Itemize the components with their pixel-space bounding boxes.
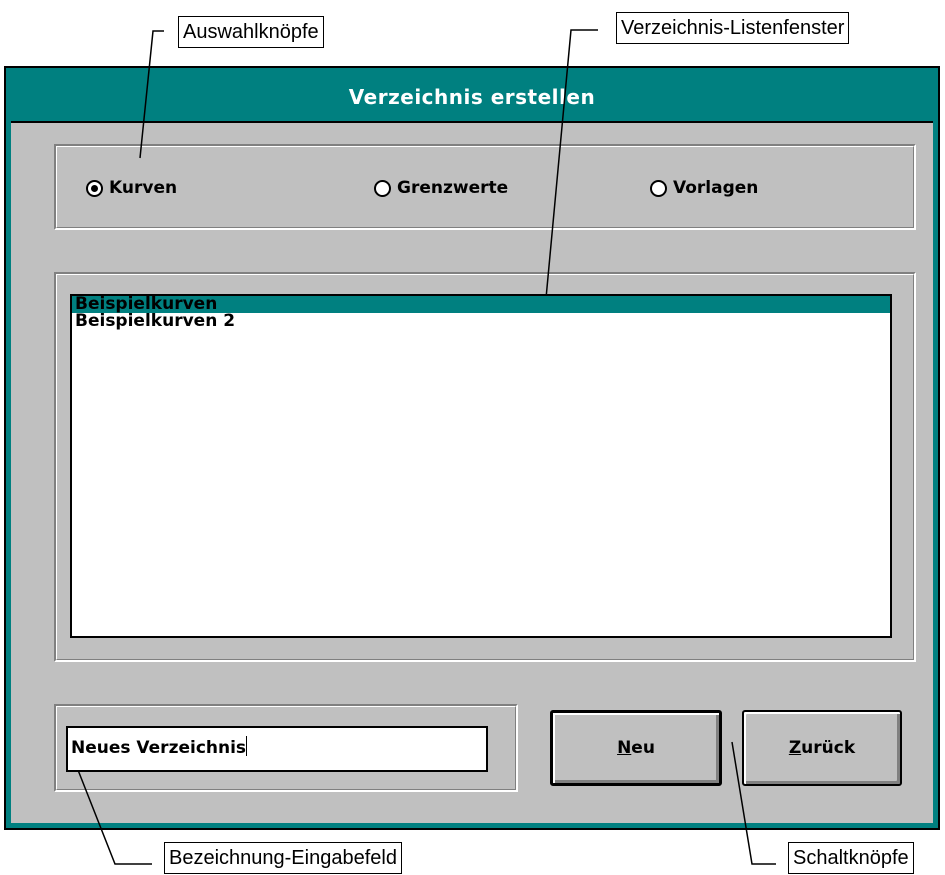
name-input-group: Neues Verzeichnis bbox=[54, 704, 518, 792]
radio-vorlagen[interactable]: Vorlagen bbox=[650, 178, 758, 198]
callout-buttons: Schaltknöpfe bbox=[788, 842, 914, 874]
name-input-value: Neues Verzeichnis bbox=[71, 738, 247, 758]
callout-radio-buttons: Auswahlknöpfe bbox=[178, 16, 324, 48]
radio-grenzwerte-label: Grenzwerte bbox=[397, 178, 509, 198]
radio-vorlagen-label: Vorlagen bbox=[673, 178, 759, 198]
radio-kurven-label: Kurven bbox=[109, 178, 178, 198]
radio-vorlagen-indicator[interactable] bbox=[650, 179, 667, 197]
new-button-label: eu bbox=[631, 738, 655, 758]
dialog-title: Verzeichnis erstellen bbox=[11, 73, 933, 123]
callout-directory-list: Verzeichnis-Listenfenster bbox=[616, 12, 850, 44]
radio-grenzwerte-indicator[interactable] bbox=[374, 179, 391, 197]
back-button-label: urück bbox=[801, 738, 856, 758]
directory-listbox[interactable]: Beispielkurven Beispielkurven 2 bbox=[70, 294, 892, 638]
radio-kurven-indicator[interactable] bbox=[86, 179, 103, 197]
new-button-mnemonic: N bbox=[617, 738, 632, 758]
text-caret bbox=[246, 736, 248, 756]
back-button-mnemonic: Z bbox=[788, 738, 802, 758]
radio-grenzwerte[interactable]: Grenzwerte bbox=[374, 178, 508, 198]
radio-kurven[interactable]: Kurven bbox=[86, 178, 177, 198]
name-input[interactable]: Neues Verzeichnis bbox=[66, 726, 488, 772]
list-item-beispielkurven-2[interactable]: Beispielkurven 2 bbox=[72, 313, 890, 330]
back-button[interactable]: Zurück bbox=[742, 710, 902, 786]
list-group: Beispielkurven Beispielkurven 2 bbox=[54, 272, 916, 662]
dialog-window: Verzeichnis erstellen Kurven Grenzwerte … bbox=[4, 66, 940, 830]
callout-name-input: Bezeichnung-Eingabefeld bbox=[164, 842, 402, 874]
radio-group: Kurven Grenzwerte Vorlagen bbox=[54, 144, 916, 230]
new-button[interactable]: Neu bbox=[550, 710, 722, 786]
